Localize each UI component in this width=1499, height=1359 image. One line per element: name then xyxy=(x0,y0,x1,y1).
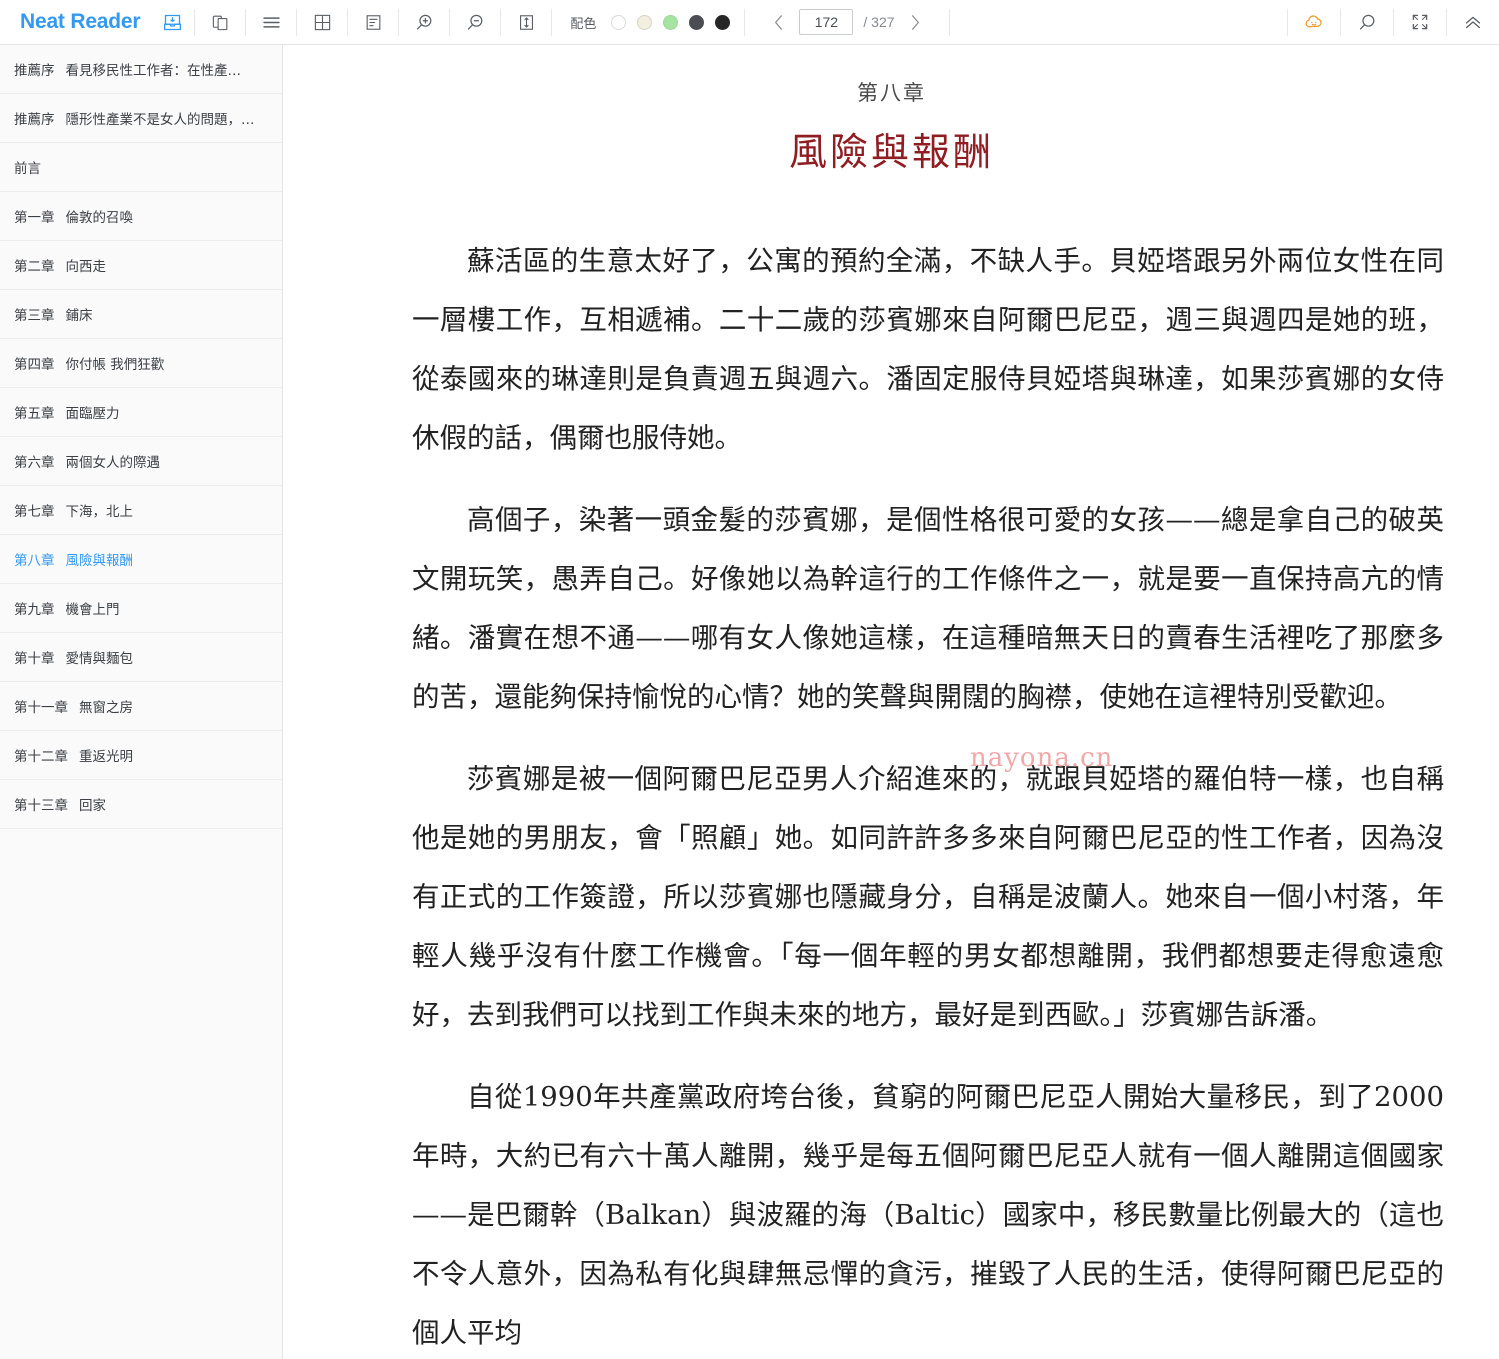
sidebar-item-label: 你付帳 我們狂歡 xyxy=(65,357,165,373)
sidebar-item-label: 鋪床 xyxy=(65,308,93,324)
sidebar-item-number: 第七章 xyxy=(14,504,55,520)
save-to-shelf-icon[interactable] xyxy=(150,0,194,45)
note-list-icon[interactable] xyxy=(348,0,398,45)
top-toolbar: Neat Reader 配色 172 / 327 xyxy=(0,0,1499,45)
sidebar-item-10[interactable]: 第八章 風險與報酬 xyxy=(0,535,282,584)
sidebar-item-14[interactable]: 第十二章 重返光明 xyxy=(0,731,282,780)
scheme-green-swatch[interactable] xyxy=(663,14,679,30)
toolbar-divider xyxy=(948,8,950,36)
hamburger-menu-icon[interactable] xyxy=(246,0,296,45)
sidebar-item-15[interactable]: 第十三章 回家 xyxy=(0,780,282,829)
sidebar-item-number: 第六章 xyxy=(14,455,55,471)
sidebar-item-number: 第十章 xyxy=(14,651,55,667)
body-paragraph: 自從1990年共產黨政府垮台後，貧窮的阿爾巴尼亞人開始大量移民，到了2000年時… xyxy=(412,1081,1444,1349)
page-number-input[interactable] xyxy=(799,9,854,35)
sidebar-item-number: 第八章 xyxy=(14,553,55,569)
sidebar-item-label: 風險與報酬 xyxy=(65,553,134,569)
sidebar-item-number: 第十一章 xyxy=(14,700,68,716)
sidebar-item-number: 第十三章 xyxy=(14,798,68,814)
sidebar-item-label: 面臨壓力 xyxy=(65,406,120,422)
scheme-sepia-swatch[interactable] xyxy=(637,14,653,30)
sidebar-item-label: 下海，北上 xyxy=(65,504,134,520)
color-scheme-group: 配色 xyxy=(552,0,744,45)
color-scheme-label: 配色 xyxy=(570,16,597,32)
table-of-contents-sidebar[interactable]: 推薦序 看見移民性工作者：在性產… 推薦序 隱形性產業不是女人的問題，… 前言 第一章 倫敦… xyxy=(0,45,283,1359)
brand-group: Neat Reader xyxy=(0,0,194,45)
collapse-toolbar-icon[interactable] xyxy=(1447,0,1499,45)
scheme-white-swatch[interactable] xyxy=(611,14,627,30)
book-pages-icon[interactable] xyxy=(195,0,245,45)
sidebar-item-4[interactable]: 第二章 向西走 xyxy=(0,241,282,290)
sidebar-item-number: 第十二章 xyxy=(14,749,68,765)
chapter-number: 第八章 xyxy=(857,81,926,105)
line-height-icon[interactable] xyxy=(501,0,551,45)
prev-page-button[interactable] xyxy=(767,9,789,35)
sidebar-item-5[interactable]: 第三章 鋪床 xyxy=(0,290,282,339)
sidebar-item-label: 倫敦的召喚 xyxy=(65,210,134,226)
sidebar-item-number: 第三章 xyxy=(14,308,55,324)
sidebar-item-label: 看見移民性工作者：在性產… xyxy=(65,63,242,79)
sidebar-item-0[interactable]: 推薦序 看見移民性工作者：在性產… xyxy=(0,45,282,94)
body-paragraph: 蘇活區的生意太好了，公寓的預約全滿，不缺人手。貝婭塔跟另外兩位女性在同一層樓工作… xyxy=(412,245,1444,454)
body-paragraph: 高個子，染著一頭金髮的莎賓娜，是個性格很可愛的女孩——總是拿自己的破英文開玩笑，… xyxy=(412,504,1444,713)
sidebar-item-number: 第四章 xyxy=(14,357,55,373)
sidebar-item-label: 無窗之房 xyxy=(79,700,133,716)
sidebar-item-label: 機會上門 xyxy=(65,602,120,618)
sidebar-item-label: 重返光明 xyxy=(79,749,133,765)
sidebar-item-9[interactable]: 第七章 下海，北上 xyxy=(0,486,282,535)
page-total-label: / 327 xyxy=(863,14,895,30)
app-brand: Neat Reader xyxy=(20,10,141,33)
sidebar-item-label: 隱形性產業不是女人的問題，… xyxy=(65,112,255,128)
grid-layout-icon[interactable] xyxy=(297,0,347,45)
sidebar-item-label: 兩個女人的際遇 xyxy=(65,455,161,471)
body-paragraph: 莎賓娜是被一個阿爾巴尼亞男人介紹進來的，就跟貝婭塔的羅伯特一樣，也自稱他是她的男… xyxy=(412,763,1444,1031)
sidebar-item-13[interactable]: 第十一章 無窗之房 xyxy=(0,682,282,731)
next-page-button[interactable] xyxy=(905,9,927,35)
book-page: 第八章 風險與報酬 蘇活區的生意太好了，公寓的預約全滿，不缺人手。貝婭塔跟另外兩… xyxy=(284,77,1499,1359)
sidebar-item-number: 第五章 xyxy=(14,406,55,422)
chapter-body: 蘇活區的生意太好了，公寓的預約全滿，不缺人手。貝婭塔跟另外兩位女性在同一層樓工作… xyxy=(412,232,1444,1359)
sidebar-item-number: 第二章 xyxy=(14,259,55,275)
sidebar-item-label: 向西走 xyxy=(65,259,107,275)
zoom-in-icon[interactable] xyxy=(399,0,449,45)
scheme-gray-swatch[interactable] xyxy=(689,14,705,30)
sidebar-item-number: 第九章 xyxy=(14,602,55,618)
sidebar-item-7[interactable]: 第五章 面臨壓力 xyxy=(0,388,282,437)
sidebar-item-3[interactable]: 第一章 倫敦的召喚 xyxy=(0,192,282,241)
sidebar-item-6[interactable]: 第四章 你付帳 我們狂歡 xyxy=(0,339,282,388)
sidebar-item-12[interactable]: 第十章 愛情與麵包 xyxy=(0,633,282,682)
zoom-out-icon[interactable] xyxy=(450,0,500,45)
reader-pane[interactable]: 第八章 風險與報酬 蘇活區的生意太好了，公寓的預約全滿，不缺人手。貝婭塔跟另外兩… xyxy=(284,45,1499,1359)
sidebar-item-number: 推薦序 xyxy=(14,112,55,128)
scheme-black-swatch[interactable] xyxy=(715,14,731,30)
fullscreen-icon[interactable] xyxy=(1394,0,1446,45)
sidebar-item-11[interactable]: 第九章 機會上門 xyxy=(0,584,282,633)
toolbar-right-group xyxy=(1287,0,1499,45)
sidebar-item-label: 前言 xyxy=(14,161,41,177)
search-icon[interactable] xyxy=(1341,0,1393,45)
chapter-title: 風險與報酬 xyxy=(788,130,994,174)
sidebar-item-number: 第一章 xyxy=(14,210,55,226)
cloud-sync-icon[interactable] xyxy=(1288,0,1340,45)
sidebar-item-8[interactable]: 第六章 兩個女人的際遇 xyxy=(0,437,282,486)
sidebar-item-2[interactable]: 前言 xyxy=(0,143,282,192)
page-navigation: / 327 xyxy=(745,0,948,45)
sidebar-item-label: 回家 xyxy=(79,798,106,814)
sidebar-item-number: 推薦序 xyxy=(14,63,55,79)
sidebar-item-label: 愛情與麵包 xyxy=(65,651,134,667)
sidebar-item-1[interactable]: 推薦序 隱形性產業不是女人的問題，… xyxy=(0,94,282,143)
